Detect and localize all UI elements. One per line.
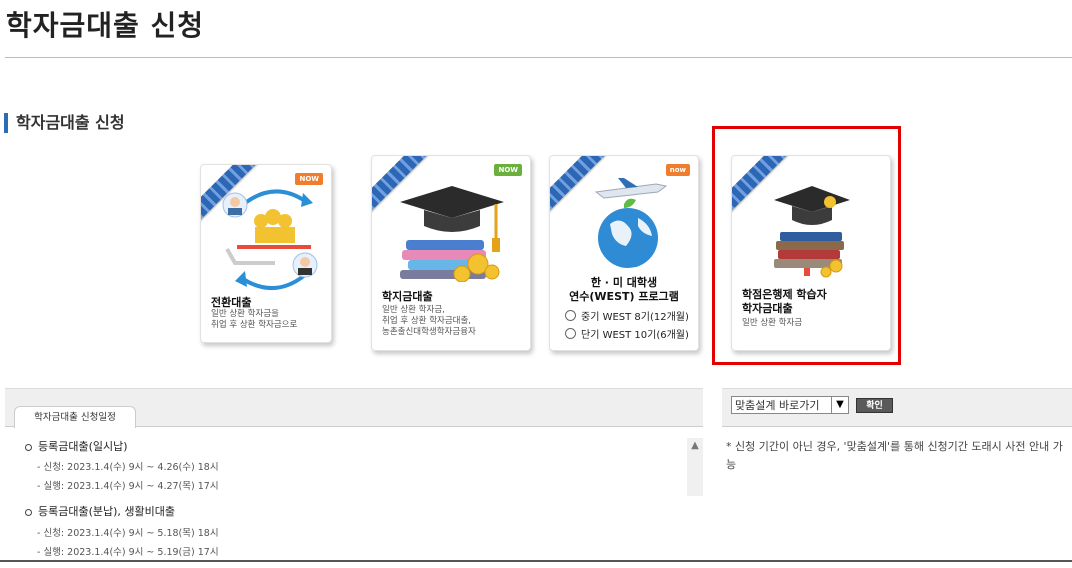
card-desc-line: 농촌출신대학생학자금융자 [382,327,476,337]
card-title: 학지금대출 [382,290,433,303]
select-value: 맞춤설계 바로가기 [735,399,820,412]
now-badge: NOW [494,164,522,176]
selection-highlight [712,126,901,365]
card-desc-line: 취업 후 상환 학자금대출, [382,316,472,326]
bullet-icon [25,443,32,451]
divider [722,426,1072,427]
notice-text: * 신청 기간이 아닌 경우, '맞춤설계'를 통해 신청기간 도래시 사전 안… [726,440,1063,471]
schedule-line: - 신청: 2023.1.4(수) 9시 ~ 5.18(목) 18시 [37,528,219,539]
tab-schedule[interactable]: 학자금대출 신청일정 [14,406,136,428]
schedule-line: - 실행: 2023.1.4(수) 9시 ~ 4.27(목) 17시 [37,481,219,492]
card-title-line: 연수(WEST) 프로그램 [569,290,679,303]
quicknav-panel: 맞춤설계 바로가기 ▼ 확인 * 신청 기간이 아닌 경우, '맞춤설계'를 통… [722,388,1072,563]
schedule-line: - 실행: 2023.1.4(수) 9시 ~ 5.19(금) 17시 [37,547,219,558]
confirm-button[interactable]: 확인 [856,398,893,413]
bottom-divider [0,560,1072,562]
page-title: 학자금대출 신청 [6,9,205,42]
card-student-loan[interactable]: NOW 학지금대출 일반 상환 학자금, 취업 후 상환 학자금대출, 농촌출신… [371,155,531,351]
money-exchange-icon [222,189,318,291]
schedule-group-title: 등록금대출(일시납) [25,438,128,454]
card-conversion-loan[interactable]: NOW 전환대출 일반 상환 학자금을 취업 후 상환 학자금으로 [200,164,332,343]
card-desc-line: 취업 후 상환 학자금으로 [211,320,298,330]
schedule-line: - 신청: 2023.1.4(수) 9시 ~ 4.26(수) 18시 [37,462,219,473]
schedule-panel: 학자금대출 신청일정 등록금대출(일시납) - 신청: 2023.1.4(수) … [5,388,703,568]
card-west-program[interactable]: now 한 · 미 대학생 연수(WEST) 프로그램 중기 WEST 8기(1… [549,155,699,351]
scrollbar[interactable]: ▲ [687,438,703,496]
west-option-shortterm[interactable]: 단기 WEST 10기(6개월) [565,326,689,341]
bullet-icon [25,508,32,516]
graduation-books-icon [400,186,504,282]
card-desc-line: 일반 상환 학자금을 [211,309,279,319]
radio-button[interactable] [565,310,576,321]
custom-plan-select[interactable]: 맞춤설계 바로가기 ▼ [731,396,849,414]
globe-airplane-icon [594,178,668,268]
schedule-group-title: 등록금대출(분납), 생활비대출 [25,503,175,519]
card-title: 전환대출 [211,296,252,309]
radio-button[interactable] [565,328,576,339]
option-label: 중기 WEST 8기(12개월) [581,312,689,323]
option-label: 단기 WEST 10기(6개월) [581,330,689,341]
card-desc-line: 일반 상환 학자금, [382,305,445,315]
title-divider [5,57,1072,58]
west-option-midterm[interactable]: 중기 WEST 8기(12개월) [565,308,689,323]
section-title: 학자금대출 신청 [4,113,125,133]
scroll-up-icon[interactable]: ▲ [687,438,703,454]
chevron-down-icon[interactable]: ▼ [831,397,848,413]
